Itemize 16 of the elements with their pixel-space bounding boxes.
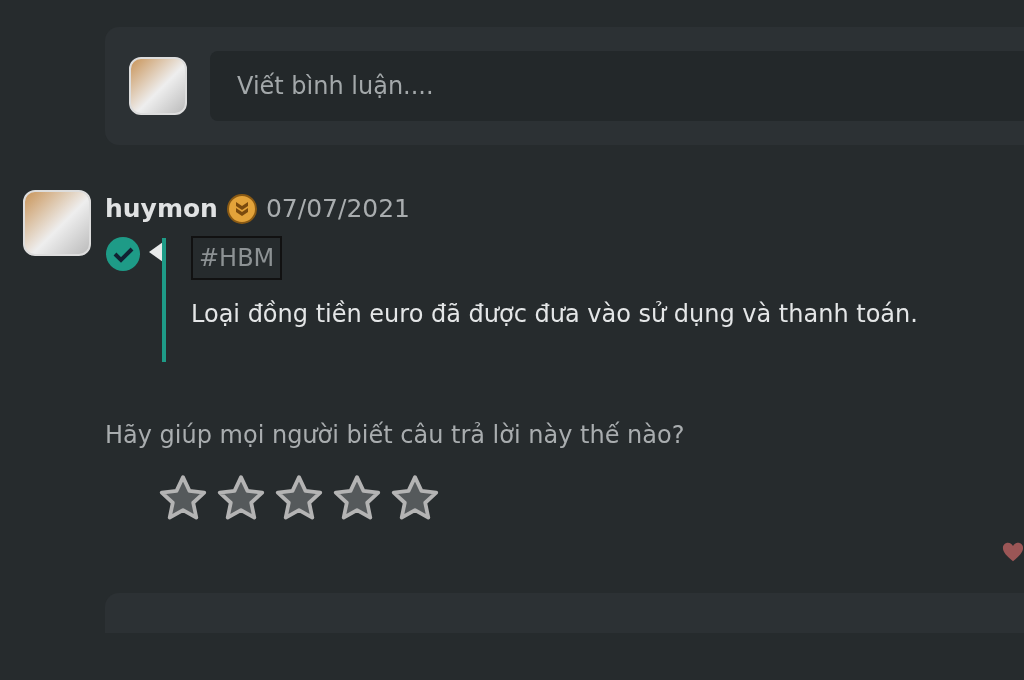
- rating-prompt: Hãy giúp mọi người biết câu trả lời này thế nào?: [105, 419, 686, 451]
- star-icon[interactable]: [158, 474, 208, 523]
- star-rating[interactable]: [158, 474, 440, 523]
- rank-badge-icon: [225, 192, 258, 225]
- star-icon[interactable]: [332, 474, 382, 523]
- hashtag-label[interactable]: #HBM: [191, 235, 283, 280]
- heart-icon[interactable]: [1002, 540, 1024, 563]
- comment-input-field[interactable]: Viết bình luận....: [210, 51, 1024, 121]
- avatar-picture: [23, 190, 91, 256]
- username[interactable]: huymon: [105, 190, 218, 228]
- star-icon[interactable]: [390, 474, 440, 523]
- post-date: 07/07/2021: [265, 193, 410, 225]
- answer-text: Loại đồng tiền euro đã được đưa vào sử dụng và thanh toán.: [191, 298, 918, 330]
- star-icon[interactable]: [274, 474, 324, 523]
- star-icon[interactable]: [216, 474, 266, 523]
- avatar-picture: [129, 57, 187, 115]
